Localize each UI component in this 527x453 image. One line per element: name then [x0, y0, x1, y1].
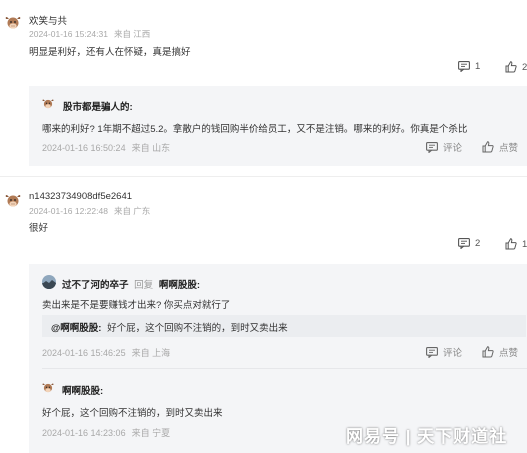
reply-username[interactable]: 过不了河的卒子	[62, 280, 129, 291]
reply-username[interactable]: 股市都是骗人的:	[63, 99, 133, 113]
comment-icon	[426, 141, 438, 153]
reply-meta: 2024-01-16 14:23:06 来自 宁夏	[42, 426, 170, 439]
comment-text: 明显是利好，还有人在怀疑，真是搞好	[29, 47, 191, 58]
like-count: 2	[522, 61, 527, 73]
reply-count: 1	[475, 61, 481, 72]
reply-time: 2024-01-16 16:50:24	[42, 143, 126, 153]
reply-comment-label: 评论	[443, 143, 463, 154]
comment-username[interactable]: 欢笑与共	[29, 13, 67, 27]
reply-text: 好个屁，这个回购不注销的，到时又卖出来	[42, 408, 223, 419]
reply-time: 2024-01-16 14:23:06	[42, 428, 126, 438]
reply-header: 过不了河的卒子 回复 啊啊股股:	[62, 277, 200, 291]
thumbs-up-icon	[482, 346, 494, 358]
quoted-text: 好个屁，这个回购不注销的，到时又卖出来	[107, 323, 288, 334]
avatar[interactable]	[42, 98, 54, 110]
reply-like-button[interactable]: 点赞	[482, 140, 518, 154]
like-count-button[interactable]: 2	[505, 61, 527, 73]
reply-like-label: 点赞	[499, 143, 519, 154]
comment-meta: 2024-01-16 12:22:48 来自 广东	[29, 205, 150, 217]
comment-meta: 2024-01-16 15:24:31 来自 江西	[29, 28, 150, 40]
avatar[interactable]	[5, 193, 21, 209]
reply-text: 卖出来是不是要赚钱才出来? 你买点对就行了	[42, 300, 231, 311]
comment-icon	[458, 238, 470, 249]
reply-text: 哪来的利好? 1年期不超过5.2。拿散户的钱回购半价给员工，又不是注销。哪来的利…	[42, 124, 468, 135]
comment-location: 来自 江西	[113, 29, 151, 39]
landscape-avatar-icon	[42, 275, 56, 289]
comment-location: 来自 广东	[113, 206, 151, 216]
reply-like-label: 点赞	[499, 348, 519, 359]
comment-text: 很好	[29, 223, 49, 234]
comment-username[interactable]: n14323734908df5e2641	[29, 191, 132, 202]
reply-divider	[42, 368, 527, 369]
reply-meta: 2024-01-16 16:50:24 来自 山东	[42, 141, 170, 154]
reply-target-username[interactable]: 啊啊股股:	[159, 280, 200, 291]
reply-count-button[interactable]: 2	[458, 238, 480, 249]
avatar[interactable]	[42, 382, 54, 394]
reply-comment-label: 评论	[443, 348, 463, 359]
cow-avatar-icon	[5, 17, 21, 29]
quoted-username[interactable]: @啊啊股股:	[51, 323, 101, 334]
reply-meta: 2024-01-16 15:46:25 来自 上海	[42, 346, 170, 359]
comment-divider	[0, 176, 527, 177]
cow-avatar-icon	[42, 383, 54, 393]
reply-count-button[interactable]: 1	[458, 61, 480, 72]
cow-avatar-icon	[5, 195, 21, 207]
thumbs-up-icon	[505, 238, 517, 250]
reply-location: 来自 宁夏	[131, 428, 171, 438]
comment-icon	[426, 346, 438, 358]
comment-icon	[458, 61, 470, 72]
thumbs-up-icon	[482, 141, 494, 153]
reply-time: 2024-01-16 15:46:25	[42, 348, 126, 358]
thumbs-up-icon	[505, 61, 517, 73]
reply-comment-button[interactable]: 评论	[426, 140, 462, 154]
like-count-button[interactable]: 1	[505, 238, 527, 250]
cow-avatar-icon	[42, 99, 54, 109]
reply-comment-button[interactable]: 评论	[426, 345, 462, 359]
quoted-comment-content: @啊啊股股: 好个屁，这个回购不注销的，到时又卖出来	[51, 320, 288, 334]
reply-location: 来自 山东	[131, 143, 171, 153]
comment-time: 2024-01-16 15:24:31	[29, 29, 108, 39]
comment-time: 2024-01-16 12:22:48	[29, 206, 108, 216]
avatar[interactable]	[42, 275, 56, 289]
reply-location: 来自 上海	[131, 348, 171, 358]
reply-like-button[interactable]: 点赞	[482, 345, 518, 359]
avatar[interactable]	[5, 15, 21, 31]
like-count: 1	[522, 238, 527, 250]
watermark: 网易号 | 天下财道社	[346, 427, 508, 446]
reply-word: 回复	[134, 280, 154, 291]
reply-count: 2	[475, 238, 481, 249]
reply-username[interactable]: 啊啊股股:	[62, 383, 103, 397]
